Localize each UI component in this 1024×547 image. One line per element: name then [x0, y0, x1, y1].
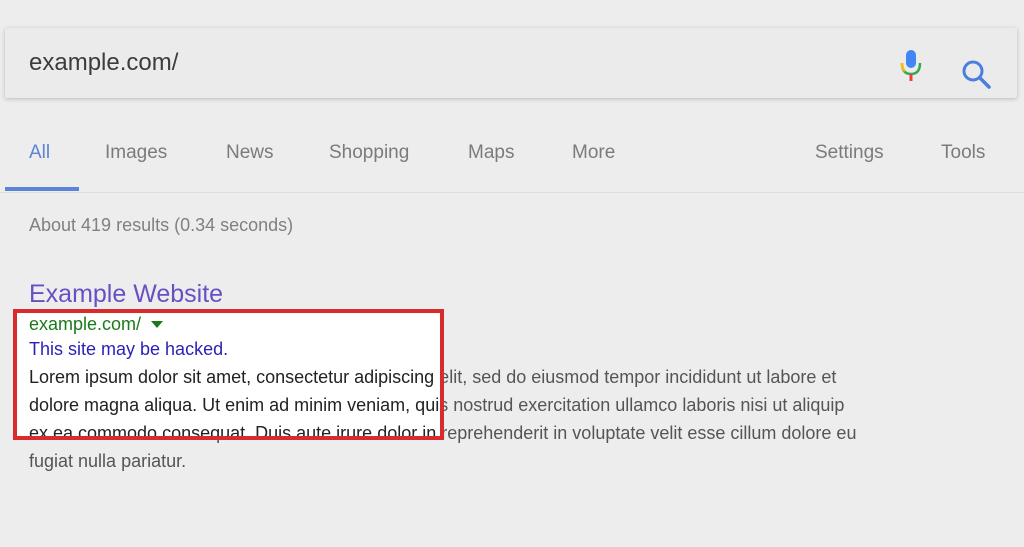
highlight-url: example.com/ — [29, 314, 142, 334]
snippet-line: fugiat nulla pariatur. — [29, 451, 187, 471]
tab-shopping[interactable]: Shopping — [329, 142, 409, 164]
search-results-page: All Images News Shopping Maps More Setti… — [0, 0, 1024, 547]
tab-maps[interactable]: Maps — [468, 142, 514, 164]
highlight-clip: example.com/ This site may be hacked. Lo… — [17, 313, 440, 436]
active-tab-indicator — [5, 187, 79, 191]
tabs-divider — [0, 192, 1024, 193]
tab-more[interactable]: More — [572, 142, 615, 164]
tab-all[interactable]: All — [29, 142, 50, 164]
search-bar — [5, 28, 1017, 98]
tab-news[interactable]: News — [226, 142, 274, 164]
microphone-icon[interactable] — [898, 48, 924, 84]
highlight-snippet-line: ex ea commodo consequat. Duis aute irure… — [29, 423, 440, 436]
highlight-snippet-line: dolore magna aliqua. Ut enim ad minim ve… — [29, 395, 440, 415]
magnifier-icon[interactable] — [960, 58, 994, 92]
highlight-snippet: Lorem ipsum dolor sit amet, consectetur … — [29, 363, 440, 436]
highlight-hacked-warning: This site may be hacked. — [29, 339, 229, 359]
result-stats: About 419 results (0.34 seconds) — [29, 215, 294, 235]
search-input[interactable] — [29, 48, 849, 78]
tab-images[interactable]: Images — [105, 142, 167, 164]
tab-tools[interactable]: Tools — [941, 142, 985, 164]
tab-settings[interactable]: Settings — [815, 142, 884, 164]
result-title-link[interactable]: Example Website — [29, 278, 999, 310]
search-tabs: All Images News Shopping Maps More Setti… — [0, 130, 1024, 192]
highlight-snippet-line: Lorem ipsum dolor sit amet, consectetur … — [29, 367, 440, 387]
highlight-dropdown-arrow-icon — [151, 320, 164, 328]
